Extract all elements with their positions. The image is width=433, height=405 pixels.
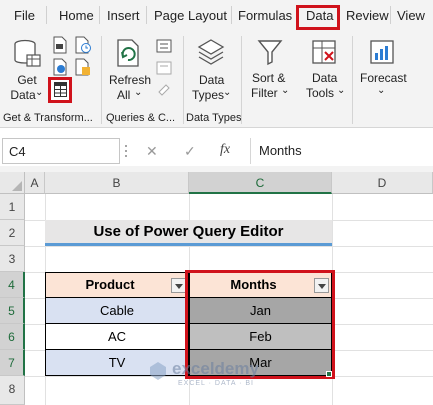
- select-all-corner[interactable]: [0, 172, 25, 194]
- row-header-6[interactable]: 6: [0, 324, 25, 350]
- product-cell[interactable]: Cable: [45, 298, 189, 324]
- recent-sources-icon[interactable]: [74, 36, 92, 54]
- gridline: [25, 246, 433, 247]
- tab-divider: [99, 6, 100, 24]
- data-tools-icon: [312, 40, 336, 64]
- tab-view[interactable]: View: [397, 8, 425, 23]
- data-types-label-2: Types: [192, 88, 225, 102]
- tab-divider: [390, 6, 391, 24]
- row-header-2[interactable]: 2: [0, 220, 25, 246]
- row-header-5[interactable]: 5: [0, 298, 25, 324]
- worksheet-grid[interactable]: A B C D 1 2 3 4 5 6 7 8 Use of Power Que…: [0, 172, 433, 405]
- get-data-label-2: Data: [10, 88, 36, 102]
- data-tab-highlight-box: [296, 5, 340, 30]
- product-cell[interactable]: AC: [45, 324, 189, 350]
- formula-buttons: ✕ ✓ fx: [130, 138, 246, 164]
- group-label-get-transform: Get & Transform...: [3, 112, 93, 124]
- column-header-a[interactable]: A: [25, 172, 45, 194]
- column-header-d[interactable]: D: [332, 172, 433, 194]
- insert-function-icon[interactable]: fx: [220, 142, 230, 158]
- chevron-down-icon: ⌄: [337, 85, 346, 96]
- row-header-4[interactable]: 4: [0, 272, 25, 298]
- dropdown-arrow-icon: [175, 284, 183, 289]
- tab-home[interactable]: Home: [59, 8, 94, 23]
- tab-file[interactable]: File: [14, 8, 35, 23]
- sort-filter-label-1: Sort &: [252, 71, 286, 85]
- sheet-title-cell[interactable]: Use of Power Query Editor: [45, 220, 332, 246]
- header-product-label: Product: [85, 277, 135, 292]
- tab-divider: [46, 6, 47, 24]
- tab-page-layout[interactable]: Page Layout: [154, 8, 227, 23]
- database-icon: [14, 39, 41, 67]
- group-label-queries: Queries & C...: [106, 112, 176, 124]
- data-tools-label-1: Data: [312, 71, 338, 85]
- forecast-label: Forecast: [360, 71, 407, 85]
- drag-handle-icon[interactable]: [124, 143, 128, 159]
- name-box[interactable]: C4: [2, 138, 120, 164]
- existing-connections-icon[interactable]: [74, 58, 92, 76]
- chevron-down-icon: ⌄: [35, 87, 44, 98]
- confirm-icon[interactable]: ✓: [184, 143, 196, 160]
- forecast-icon: [370, 40, 394, 64]
- fill-handle[interactable]: [326, 371, 332, 377]
- formula-bar: C4 ✕ ✓ fx Months: [0, 136, 433, 166]
- watermark-name: exceldemy: [172, 359, 259, 378]
- group-label-data-types: Data Types: [186, 112, 242, 124]
- data-tools-label-2: Tools: [306, 86, 335, 100]
- row-header-1[interactable]: 1: [0, 194, 25, 220]
- ribbon-group-divider: [352, 36, 353, 124]
- ribbon: Get Data ⌄ Get & Transform... Refresh Al…: [0, 32, 433, 128]
- table-icon: [54, 82, 67, 97]
- tab-divider: [231, 6, 232, 24]
- column-header-c[interactable]: C: [189, 172, 332, 194]
- ribbon-group-divider: [183, 36, 184, 124]
- watermark: exceldemy EXCEL · DATA · BI: [148, 359, 298, 395]
- sheet-title: Use of Power Query Editor: [93, 223, 284, 240]
- queries-connections-icon[interactable]: [156, 38, 172, 54]
- filter-icon: [257, 40, 283, 66]
- formula-input[interactable]: Months: [250, 138, 433, 164]
- tab-insert[interactable]: Insert: [107, 8, 140, 23]
- filter-dropdown-button[interactable]: [171, 278, 186, 293]
- formula-value: Months: [259, 143, 302, 158]
- from-web-icon[interactable]: [52, 58, 68, 76]
- exceldemy-logo-icon: [150, 362, 166, 380]
- column-header-b[interactable]: B: [45, 172, 189, 194]
- sort-filter-label-2: Filter: [251, 86, 278, 100]
- get-data-label-1: Get: [17, 73, 37, 87]
- name-box-value: C4: [9, 144, 26, 159]
- ribbon-group-divider: [101, 36, 102, 124]
- refresh-all-label-2: All: [117, 88, 131, 102]
- chevron-down-icon: ⌄: [281, 85, 290, 96]
- data-types-icon: [197, 39, 225, 65]
- tab-divider: [146, 6, 147, 24]
- edit-links-icon[interactable]: [156, 82, 172, 98]
- watermark-tagline: EXCEL · DATA · BI: [178, 380, 254, 387]
- row-header-8[interactable]: 8: [0, 376, 25, 405]
- row-header-3[interactable]: 3: [0, 246, 25, 272]
- chevron-down-icon: ⌄: [377, 85, 386, 96]
- tab-review[interactable]: Review: [346, 8, 389, 23]
- row-header-7[interactable]: 7: [0, 350, 25, 376]
- from-text-csv-icon[interactable]: [52, 36, 68, 54]
- properties-icon[interactable]: [156, 60, 172, 76]
- header-cell-product[interactable]: Product: [45, 272, 189, 298]
- ribbon-tab-bar: File Home Insert Page Layout Formulas Da…: [0, 0, 433, 32]
- data-types-label-1: Data: [199, 73, 225, 87]
- refresh-icon: [117, 39, 139, 67]
- chevron-down-icon: ⌄: [223, 87, 232, 98]
- chevron-down-icon: ⌄: [134, 87, 143, 98]
- from-table-range-highlight-box[interactable]: [48, 77, 72, 103]
- ribbon-group-divider: [241, 36, 242, 124]
- refresh-all-label-1: Refresh: [109, 73, 152, 87]
- cancel-icon[interactable]: ✕: [146, 143, 158, 160]
- select-all-triangle-icon: [12, 181, 22, 191]
- tab-formulas[interactable]: Formulas: [238, 8, 292, 23]
